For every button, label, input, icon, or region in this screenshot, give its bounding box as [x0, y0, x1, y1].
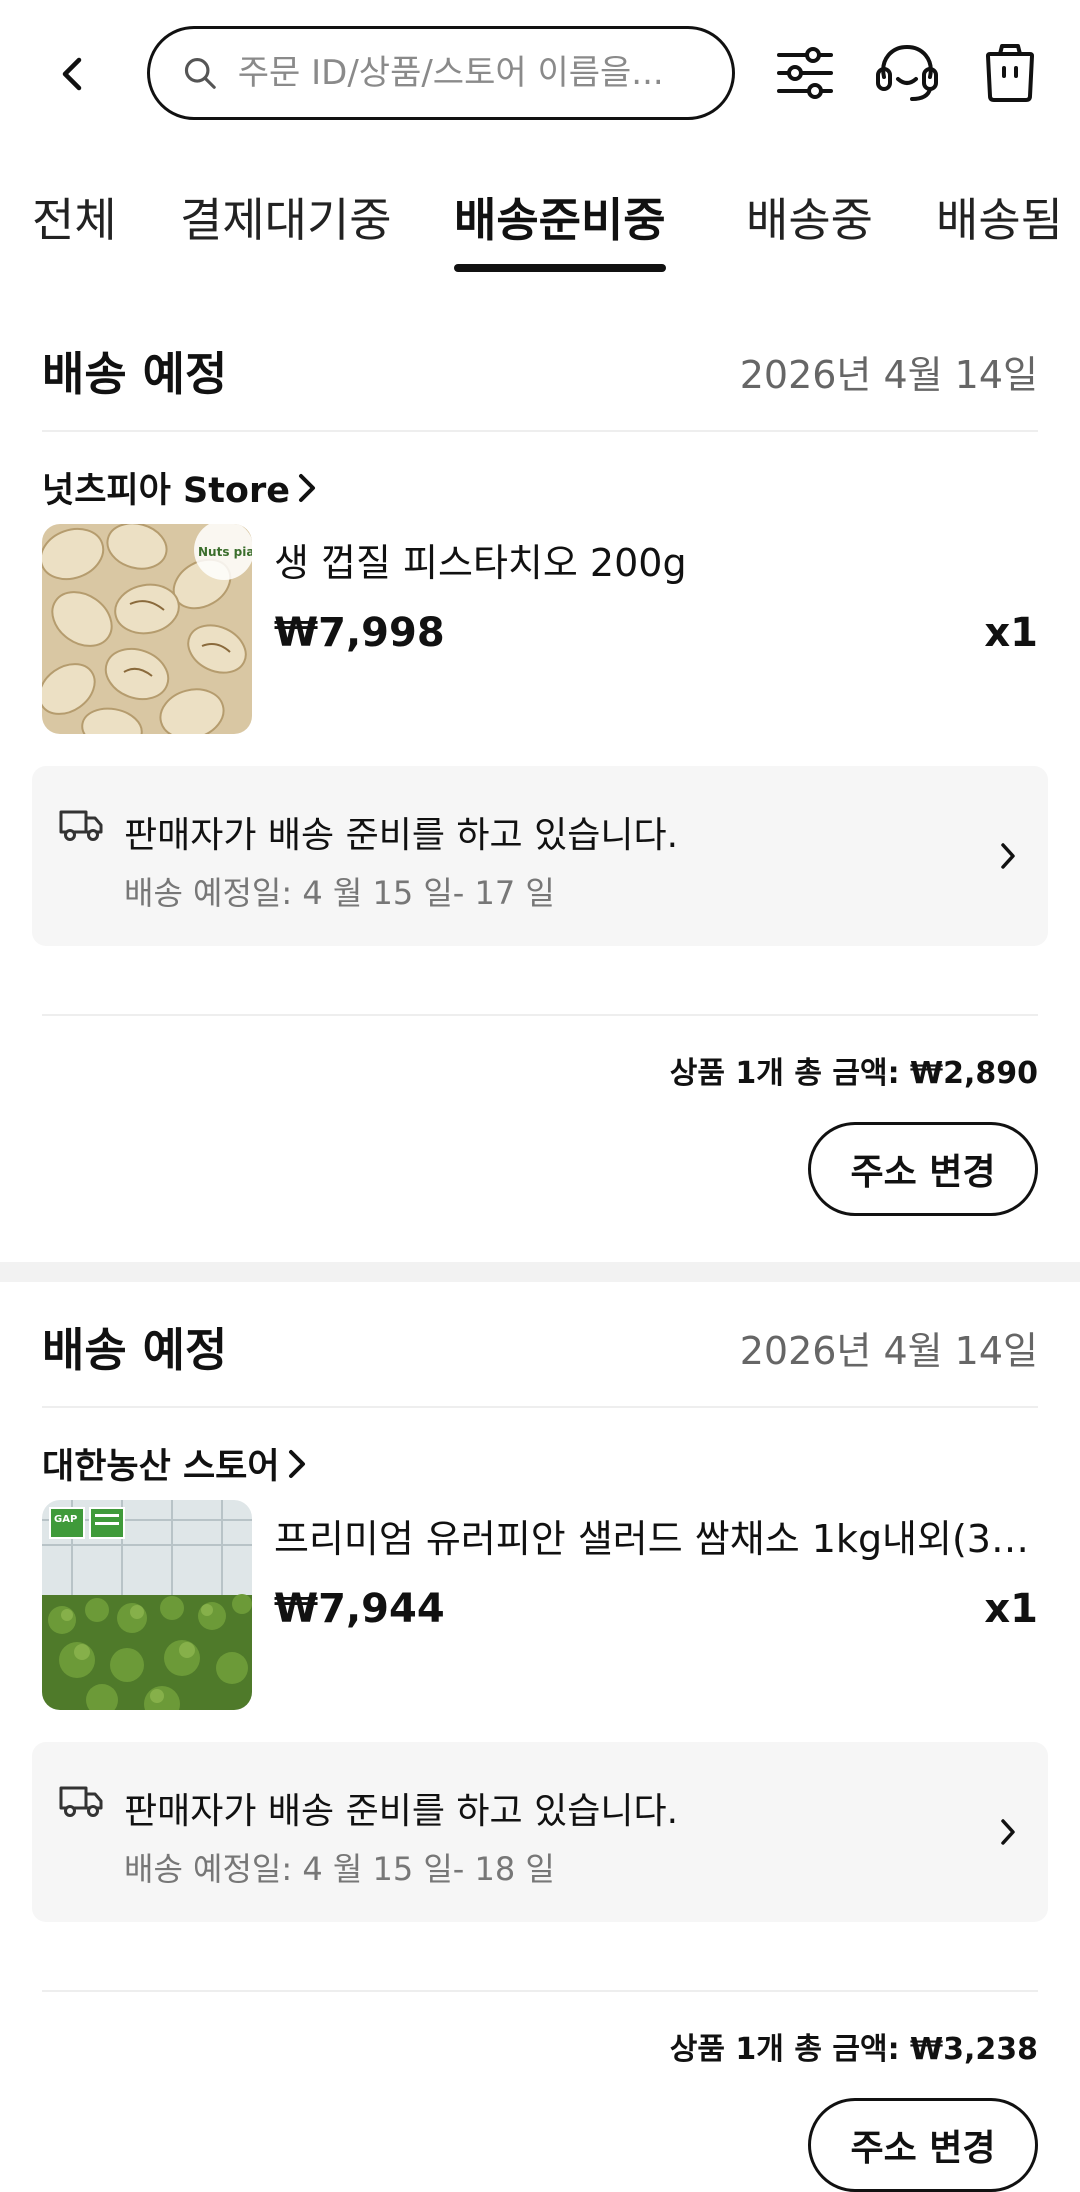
chevron-right-icon	[288, 1449, 305, 1478]
order-card: 배송 예정 2026년 4월 14일 대한농산 스토어 GAP 프리미엄 유러피…	[0, 1288, 1080, 2192]
trash-icon	[986, 44, 1034, 102]
product-quantity: x1	[984, 610, 1038, 656]
chevron-right-icon	[1001, 843, 1015, 869]
order-total: 상품 1개 총 금액: ₩2,890	[669, 1056, 1038, 1091]
tab-delivered[interactable]: 배송됨	[936, 184, 1063, 272]
truck-icon	[59, 1786, 103, 1817]
order-status-title: 배송 예정	[42, 347, 228, 401]
shipping-status-panel[interactable]: 판매자가 배송 준비를 하고 있습니다. 배송 예정일: 4 월 15 일- 1…	[32, 1742, 1048, 1922]
divider	[42, 1014, 1038, 1016]
back-button[interactable]	[44, 40, 100, 108]
change-address-button[interactable]: 주소 변경	[808, 1122, 1038, 1216]
top-bar	[0, 0, 1080, 148]
tab-in-transit[interactable]: 배송중	[746, 184, 873, 272]
store-name: 넛츠피아 Store	[42, 471, 290, 511]
product-name[interactable]: 생 껍질 피스타치오 200g	[274, 532, 1038, 587]
store-name: 대한농산 스토어	[42, 1447, 280, 1487]
product-image[interactable]: GAP	[42, 1500, 252, 1710]
tab-preparing-shipment[interactable]: 배송준비중	[454, 184, 666, 272]
order-card-header: 배송 예정 2026년 4월 14일	[42, 1288, 1038, 1408]
shipping-message: 판매자가 배송 준비를 하고 있습니다.	[124, 815, 679, 856]
tab-payment-pending[interactable]: 결제대기중	[180, 184, 392, 272]
order-card: 배송 예정 2026년 4월 14일 넛츠피아 Store Nuts pia 생…	[0, 312, 1080, 1248]
store-link[interactable]: 대한농산 스토어	[42, 1438, 308, 1489]
change-address-button[interactable]: 주소 변경	[808, 2098, 1038, 2192]
filter-sliders-icon	[777, 47, 833, 99]
search-bar[interactable]	[147, 26, 735, 120]
product-quantity: x1	[984, 1586, 1038, 1632]
customer-support-button[interactable]	[872, 38, 942, 108]
filter-button[interactable]	[770, 38, 840, 108]
order-status-tabs: 전체 결제대기중 배송준비중 배송중 배송됨	[0, 160, 1080, 280]
truck-icon	[59, 810, 103, 841]
store-link[interactable]: 넛츠피아 Store	[42, 462, 318, 513]
product-name[interactable]: 프리미엄 유러피안 샐러드 쌈채소 1kg내외(3-6종)	[274, 1508, 1038, 1563]
product-price: ₩7,998	[274, 610, 445, 656]
shipping-message: 판매자가 배송 준비를 하고 있습니다.	[124, 1791, 679, 1832]
gap-certification-sign: GAP	[54, 1514, 77, 1525]
search-icon	[184, 58, 216, 89]
product-image[interactable]: Nuts pia	[42, 524, 252, 734]
delete-button[interactable]	[975, 38, 1045, 108]
headset-icon	[876, 44, 938, 101]
nuts-brand-logo: Nuts pia	[198, 545, 252, 559]
product-price: ₩7,944	[274, 1586, 445, 1632]
section-separator	[0, 1262, 1080, 1282]
estimated-delivery: 배송 예정일: 4 월 15 일- 18 일	[124, 1850, 555, 1888]
order-status-title: 배송 예정	[42, 1323, 228, 1377]
order-card-header: 배송 예정 2026년 4월 14일	[42, 312, 1038, 432]
search-input[interactable]	[237, 53, 708, 93]
order-date: 2026년 4월 14일	[739, 352, 1038, 397]
chevron-right-icon	[1001, 1819, 1015, 1845]
shipping-status-panel[interactable]: 판매자가 배송 준비를 하고 있습니다. 배송 예정일: 4 월 15 일- 1…	[32, 766, 1048, 946]
divider	[42, 1990, 1038, 1992]
chevron-left-icon	[62, 57, 82, 91]
order-total: 상품 1개 총 금액: ₩3,238	[669, 2032, 1038, 2067]
estimated-delivery: 배송 예정일: 4 월 15 일- 17 일	[124, 874, 555, 912]
chevron-right-icon	[298, 473, 315, 502]
order-date: 2026년 4월 14일	[739, 1328, 1038, 1373]
tab-all[interactable]: 전체	[32, 184, 117, 272]
